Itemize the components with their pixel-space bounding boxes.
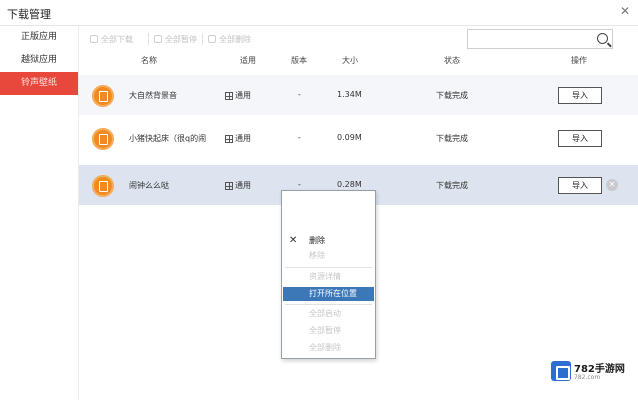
menu-item-open-location[interactable]: 打开所在位置 bbox=[283, 287, 374, 301]
row-name: 闹钟么么哒 bbox=[129, 181, 169, 190]
table-row[interactable]: 小猪快起床（很q的闹 通用 - 0.09M 下载完成 导入 bbox=[79, 118, 638, 158]
row-version: - bbox=[298, 133, 301, 142]
delete-all-button[interactable]: 全部删除 bbox=[208, 32, 251, 46]
row-compat: 通用 bbox=[225, 180, 251, 191]
import-button[interactable]: 导入 bbox=[558, 130, 602, 147]
ringtone-app-icon bbox=[92, 128, 114, 150]
row-compat: 通用 bbox=[225, 90, 251, 101]
window-title: 下载管理 bbox=[7, 8, 51, 21]
toolbar-divider bbox=[202, 33, 203, 45]
table-header: 名称 适用 版本 大小 状态 操作 bbox=[79, 55, 638, 71]
search-icon[interactable] bbox=[597, 33, 608, 44]
row-size: 0.28M bbox=[337, 180, 362, 189]
row-status: 下载完成 bbox=[436, 181, 468, 190]
menu-item-remove[interactable]: 移除 bbox=[283, 249, 374, 263]
sidebar-item-ringtones-wallpapers[interactable]: 铃声壁纸 bbox=[0, 72, 78, 95]
title-bar: 下载管理 ✕ bbox=[0, 0, 638, 26]
compat-grid-icon bbox=[225, 91, 233, 100]
ringtone-app-icon bbox=[92, 85, 114, 107]
sidebar-item-jailbreak-apps[interactable]: 越狱应用 bbox=[0, 49, 78, 72]
toolbar-divider bbox=[148, 33, 149, 45]
search-box[interactable] bbox=[467, 29, 613, 49]
menu-item-delete-all[interactable]: 全部删除 bbox=[283, 341, 374, 355]
header-name: 名称 bbox=[141, 56, 157, 65]
row-name: 大自然背景音 bbox=[129, 91, 177, 100]
row-name: 小猪快起床（很q的闹 bbox=[129, 134, 207, 143]
ringtone-app-icon bbox=[92, 175, 114, 197]
header-size: 大小 bbox=[342, 56, 358, 65]
context-menu: ✕ 删除 移除 资源详情 打开所在位置 全部启动 全部暂停 全部删除 bbox=[281, 190, 376, 359]
pause-all-button[interactable]: 全部暂停 bbox=[154, 32, 197, 46]
download-all-button[interactable]: 全部下载 bbox=[90, 32, 133, 46]
compat-grid-icon bbox=[225, 134, 233, 143]
menu-item-start-all[interactable]: 全部启动 bbox=[283, 307, 374, 321]
row-status: 下载完成 bbox=[436, 91, 468, 100]
menu-item-resource-details[interactable]: 资源详情 bbox=[283, 270, 374, 284]
site-watermark: 782手游网 782.com bbox=[551, 360, 629, 384]
row-version: - bbox=[298, 90, 301, 99]
compat-grid-icon bbox=[225, 181, 233, 190]
header-action: 操作 bbox=[571, 56, 587, 65]
menu-item-delete[interactable]: ✕ 删除 bbox=[283, 234, 374, 248]
import-button[interactable]: 导入 bbox=[558, 177, 602, 194]
row-status: 下载完成 bbox=[436, 134, 468, 143]
menu-divider bbox=[285, 304, 372, 305]
header-status: 状态 bbox=[444, 56, 460, 65]
close-x-icon: ✕ bbox=[289, 235, 298, 246]
search-input[interactable] bbox=[472, 31, 592, 47]
row-compat: 通用 bbox=[225, 133, 251, 144]
header-compat: 适用 bbox=[240, 56, 256, 65]
watermark-text: 782手游网 bbox=[574, 364, 625, 375]
row-size: 1.34M bbox=[337, 90, 362, 99]
sidebar-item-official-apps[interactable]: 正版应用 bbox=[0, 26, 78, 49]
sidebar: 正版应用 越狱应用 铃声壁纸 bbox=[0, 26, 79, 400]
toolbar: 全部下载 全部暂停 全部删除 bbox=[84, 28, 634, 50]
remove-circle-icon[interactable]: ✕ bbox=[606, 179, 618, 191]
header-version: 版本 bbox=[291, 56, 307, 65]
download-icon bbox=[90, 35, 98, 43]
close-icon[interactable]: ✕ bbox=[620, 4, 630, 18]
row-version: - bbox=[298, 180, 301, 189]
menu-item-pause-all[interactable]: 全部暂停 bbox=[283, 324, 374, 338]
import-button[interactable]: 导入 bbox=[558, 87, 602, 104]
row-size: 0.09M bbox=[337, 133, 362, 142]
site-logo-icon bbox=[551, 361, 571, 381]
watermark-sub: 782.com bbox=[574, 374, 601, 381]
table-row[interactable]: 大自然背景音 通用 - 1.34M 下载完成 导入 bbox=[79, 75, 638, 115]
delete-icon bbox=[208, 35, 216, 43]
menu-divider bbox=[285, 267, 372, 268]
pause-icon bbox=[154, 35, 162, 43]
